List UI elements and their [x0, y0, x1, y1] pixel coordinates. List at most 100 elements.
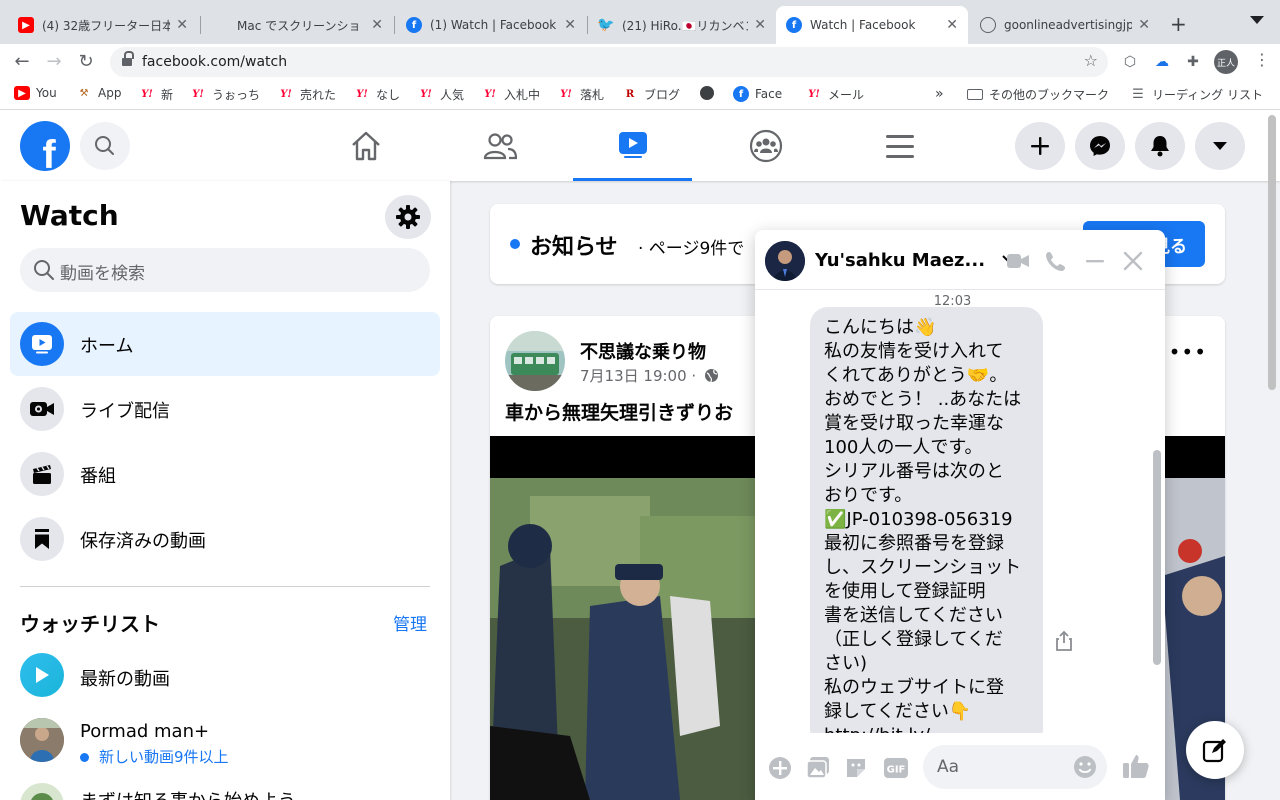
chat-messages[interactable]: 12:03 こんにちは👋 私の友情を受け入れて くれてありがとう🤝。 おめでとう… — [755, 290, 1165, 733]
bookmark-label: うぉっち — [212, 88, 261, 102]
new-tab-icon[interactable]: + — [1170, 12, 1187, 36]
bookmark-item[interactable]: Y! なし — [354, 86, 400, 103]
create-button[interactable] — [1015, 122, 1065, 170]
forward-icon[interactable]: → — [42, 50, 66, 74]
browser-menu-icon[interactable]: ⋮ — [1254, 50, 1270, 69]
watchlist-item-latest[interactable]: 最新の動画 — [10, 653, 440, 701]
browser-tab-active[interactable]: f Watch | Facebook ✕ — [776, 6, 968, 44]
phone-icon[interactable] — [1043, 248, 1069, 274]
address-bar[interactable]: facebook.com/watch ☆ — [110, 47, 1108, 77]
url-text[interactable]: facebook.com/watch — [142, 54, 287, 70]
account-button[interactable] — [1195, 122, 1245, 170]
bookmark-item[interactable]: Y! 新 — [139, 86, 173, 103]
close-tab-icon[interactable]: ✕ — [176, 17, 188, 33]
photo-icon[interactable] — [805, 755, 831, 781]
bookmark-item[interactable]: Y! うぉっち — [190, 86, 260, 103]
bookmark-item[interactable]: Y! 人気 — [418, 86, 464, 103]
page-title: Watch — [20, 199, 119, 232]
contact-avatar[interactable] — [765, 241, 805, 281]
more-options-icon[interactable]: ••• — [1169, 340, 1207, 364]
close-tab-icon[interactable]: ✕ — [754, 17, 766, 33]
emoji-icon[interactable] — [1073, 755, 1097, 779]
sidebar-item-label: 保存済みの動画 — [80, 531, 206, 552]
watchlist-item-name: Pormad man+ — [80, 721, 210, 742]
messenger-button[interactable] — [1075, 122, 1125, 170]
message-line: おめでとう！ ..あなたは — [824, 389, 1022, 410]
puzzle-icon[interactable]: ✚ — [1183, 52, 1203, 72]
sidebar-item-live[interactable]: ライブ配信 — [10, 377, 440, 441]
reading-list[interactable]: ☰ リーディング リスト — [1130, 86, 1263, 103]
post-text: 車から無理矢理引きずりお — [505, 402, 734, 424]
search-button[interactable] — [80, 122, 130, 170]
bookmark-item[interactable]: Y! メール — [806, 86, 864, 103]
bookmark-icon — [20, 517, 64, 561]
profile-avatar[interactable]: 正人 — [1214, 50, 1238, 74]
share-icon[interactable] — [1055, 630, 1073, 656]
contact-name[interactable]: Yu'sahku Maez... — [815, 250, 1015, 271]
facebook-logo-icon[interactable]: f — [20, 121, 70, 171]
post-date[interactable]: 7月13日 19:00 · — [580, 367, 696, 385]
sidebar-item-shows[interactable]: 番組 — [10, 442, 440, 506]
message-bubble[interactable]: こんにちは👋 私の友情を受け入れて くれてありがとう🤝。 おめでとう！ ..あな… — [810, 307, 1043, 733]
notifications-button[interactable] — [1135, 122, 1185, 170]
page-scrollbar[interactable] — [1268, 115, 1276, 390]
video-search-input[interactable]: 動画を検索 — [20, 248, 430, 292]
nav-groups[interactable] — [706, 110, 826, 181]
bookmark-item[interactable]: R ブログ — [622, 86, 680, 103]
bookmark-item[interactable]: Y! 売れた — [278, 86, 336, 103]
sidebar-item-saved[interactable]: 保存済みの動画 — [10, 507, 440, 571]
close-tab-icon[interactable]: ✕ — [946, 17, 958, 33]
close-icon[interactable] — [1120, 248, 1146, 274]
browser-tab[interactable]: f (1) Watch | Facebook ✕ — [396, 6, 586, 44]
watchlist-item-learn[interactable]: まずは知る事から始めよう — [10, 783, 440, 800]
add-attachment-icon[interactable] — [767, 755, 793, 781]
tab-search-icon[interactable] — [1250, 16, 1264, 24]
browser-tab[interactable]: goonlineadvertisingjp ✕ — [970, 6, 1160, 44]
message-line: さい) — [824, 653, 868, 674]
back-icon[interactable]: ← — [10, 50, 34, 74]
minimize-icon[interactable] — [1082, 248, 1108, 274]
plus-icon — [1031, 137, 1049, 155]
gif-icon[interactable]: GIF — [883, 755, 909, 781]
sticker-icon[interactable] — [843, 755, 869, 781]
sidebar-item-label: 番組 — [80, 466, 116, 487]
bookmark-item[interactable]: ▶ You — [14, 86, 57, 100]
browser-tab[interactable]: 🐦 (21) HiRo.🇯🇵リカンベン ✕ — [588, 6, 776, 44]
watchlist-item-pormad[interactable]: Pormad man+ 新しい動画9件以上 — [10, 718, 440, 768]
yahoo-icon: Y! — [280, 89, 292, 100]
message-input[interactable]: Aa — [923, 745, 1107, 789]
bookmark-item[interactable]: Y! 入札中 — [482, 86, 540, 103]
chat-scrollbar[interactable] — [1153, 450, 1161, 665]
close-tab-icon[interactable]: ✕ — [371, 17, 383, 33]
new-message-button[interactable] — [1186, 721, 1244, 779]
reload-icon[interactable]: ↻ — [74, 50, 98, 74]
bookmarks-overflow[interactable]: » — [935, 86, 944, 102]
like-thumbs-up-icon[interactable] — [1121, 751, 1151, 781]
post-author[interactable]: 不思議な乗り物 — [580, 338, 706, 364]
close-tab-icon[interactable]: ✕ — [1138, 17, 1150, 33]
bookmark-item[interactable]: ⚒ App — [76, 86, 122, 100]
bookmark-item[interactable]: f Face — [733, 86, 782, 102]
nav-watch[interactable] — [573, 110, 692, 181]
message-line: し、スクリーンショット — [824, 557, 1022, 578]
cloud-extension-icon[interactable]: ☁ — [1152, 52, 1172, 72]
page-avatar[interactable] — [505, 331, 565, 391]
nav-menu[interactable] — [840, 110, 960, 181]
browser-tab[interactable]: ▶ (4) 32歳フリーター日本 ✕ — [8, 6, 198, 44]
other-bookmarks[interactable]: その他のブックマーク — [967, 86, 1109, 103]
close-tab-icon[interactable]: ✕ — [564, 17, 576, 33]
bookmark-item[interactable] — [700, 86, 720, 100]
sidebar-item-home[interactable]: ホーム — [10, 312, 440, 376]
lock-icon[interactable] — [122, 51, 134, 67]
manage-watchlist-link[interactable]: 管理 — [393, 610, 427, 635]
nav-friends[interactable] — [440, 110, 560, 181]
video-call-icon[interactable] — [1005, 248, 1031, 274]
nav-home[interactable] — [306, 110, 426, 181]
facebook-icon: f — [786, 17, 802, 33]
bookmark-item[interactable]: Y! 落札 — [558, 86, 604, 103]
tab-title: goonlineadvertisingjp — [1004, 18, 1133, 32]
settings-button[interactable] — [385, 195, 431, 239]
extension-icon[interactable]: ⬡ — [1120, 52, 1140, 72]
bookmark-star-icon[interactable]: ☆ — [1084, 51, 1098, 70]
browser-tab[interactable]: Mac でスクリーンショ ✕ — [203, 6, 393, 44]
